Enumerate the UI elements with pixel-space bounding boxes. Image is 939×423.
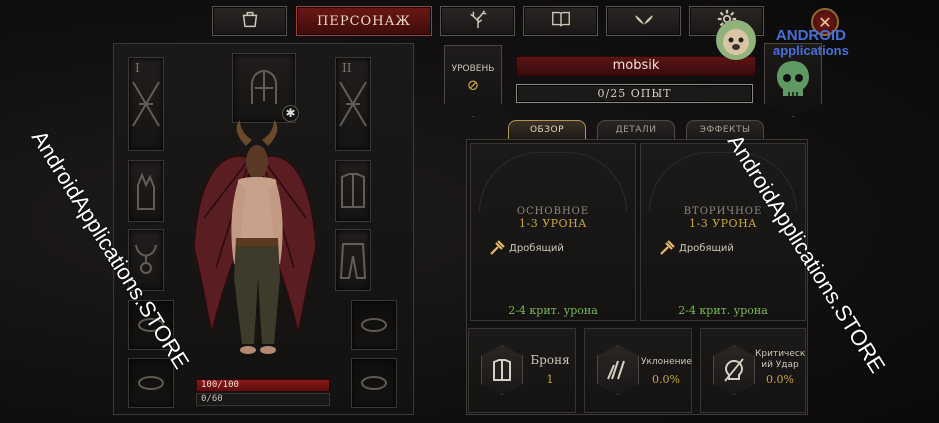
card-arch [479,152,627,212]
pants-icon [339,243,367,279]
hammer-icon [660,240,675,255]
crit-card[interactable]: Критическ ий Удар 0.0% [700,328,806,413]
crossed-swords-icon [132,81,160,127]
armor-value: 1 [546,373,554,386]
level-label: УРОВЕНЬ [451,64,495,74]
skull-icon [777,61,809,96]
skill-tree-tab[interactable] [440,6,515,36]
secondary-weapon-crit: 2-4 крит. урона [678,304,768,317]
gloves-slot[interactable] [128,160,164,222]
crit-skull-icon [724,358,744,382]
ring-icon [138,376,164,390]
helmet-icon [251,69,277,104]
boots-slot-right[interactable] [351,358,397,408]
tab-effects[interactable]: ЭФФЕКТЫ [686,120,764,139]
secondary-weapon-type-label: Дробящий [679,242,734,254]
dodge-card[interactable]: Уклонение 0.0% [584,328,692,413]
bag-icon [239,8,261,34]
android-applications-logo [716,20,756,60]
tab-overview[interactable]: ОБЗОР [508,120,586,139]
armor-card[interactable]: Броня 1 [468,328,576,413]
game-screen: ПЕРСОНАЖ ✕ I ✱ II 100/100 0/60 УРОВЕНЬ ⊘… [0,0,939,423]
ring-slot-right[interactable] [351,300,397,350]
experience-bar: 0/25 ОПЫТ [516,84,753,103]
armor-icon [493,359,511,381]
wings-icon [633,8,655,34]
legs-slot[interactable] [335,229,371,291]
character-model [193,120,317,354]
primary-weapon-crit: 2-4 крит. урона [508,304,598,317]
dodge-icon [607,360,625,380]
gloves-icon [137,172,155,210]
primary-weapon-type-label: Дробящий [509,242,564,254]
resource-bar: 0/60 [196,393,330,406]
paragon-tab[interactable] [606,6,681,36]
codex-tab[interactable] [523,6,598,36]
off-hand-slot[interactable]: II [335,57,371,151]
hammer-icon [490,240,505,255]
crit-value: 0.0% [766,373,794,386]
primary-weapon-damage: 1-3 УРОНА [518,217,587,230]
chest-armor-icon [341,173,365,208]
level-badge: УРОВЕНЬ ⊘ [444,45,502,117]
resource-text: 0/60 [201,394,223,404]
primary-weapon-title: ОСНОВНОЕ [516,206,590,217]
main-hand-slot[interactable]: I [128,57,164,151]
slot-number-one: I [135,61,140,75]
logo-line-1: ANDROID [775,27,846,44]
armor-label: Броня [530,353,570,367]
tab-overview-label: ОБЗОР [529,125,565,135]
logo-line-2: applications [773,43,849,58]
ring-icon [361,376,387,390]
secondary-weapon-type: Дробящий [659,240,734,256]
health-bar: 100/100 [196,379,330,392]
dodge-value: 0.0% [652,373,680,386]
dodge-icon-frame [597,345,639,395]
book-icon [550,8,572,34]
character-tab-label: ПЕРСОНАЖ [317,13,411,29]
crit-label: Критическ ий Удар [755,349,806,370]
ring-icon [361,318,387,332]
level-value: ⊘ [466,76,480,94]
crit-icon-frame [713,345,755,395]
tree-icon [467,8,489,34]
crossed-swords-icon [339,81,367,127]
slot-number-two: II [342,61,352,75]
inventory-tab[interactable] [212,6,287,36]
dodge-label: Уклонение [641,357,692,367]
character-tab[interactable]: ПЕРСОНАЖ [296,6,432,36]
armor-icon-frame [481,345,523,395]
tab-details-label: ДЕТАЛИ [615,125,657,135]
logo-text: ANDROID applications [773,28,849,58]
health-text: 100/100 [201,380,239,390]
primary-weapon-card[interactable]: ОСНОВНОЕ 1-3 УРОНА Дробящий 2-4 крит. ур… [470,143,636,321]
tab-details[interactable]: ДЕТАЛИ [597,120,675,139]
primary-weapon-type: Дробящий [489,240,564,256]
chest-slot[interactable] [335,160,371,222]
